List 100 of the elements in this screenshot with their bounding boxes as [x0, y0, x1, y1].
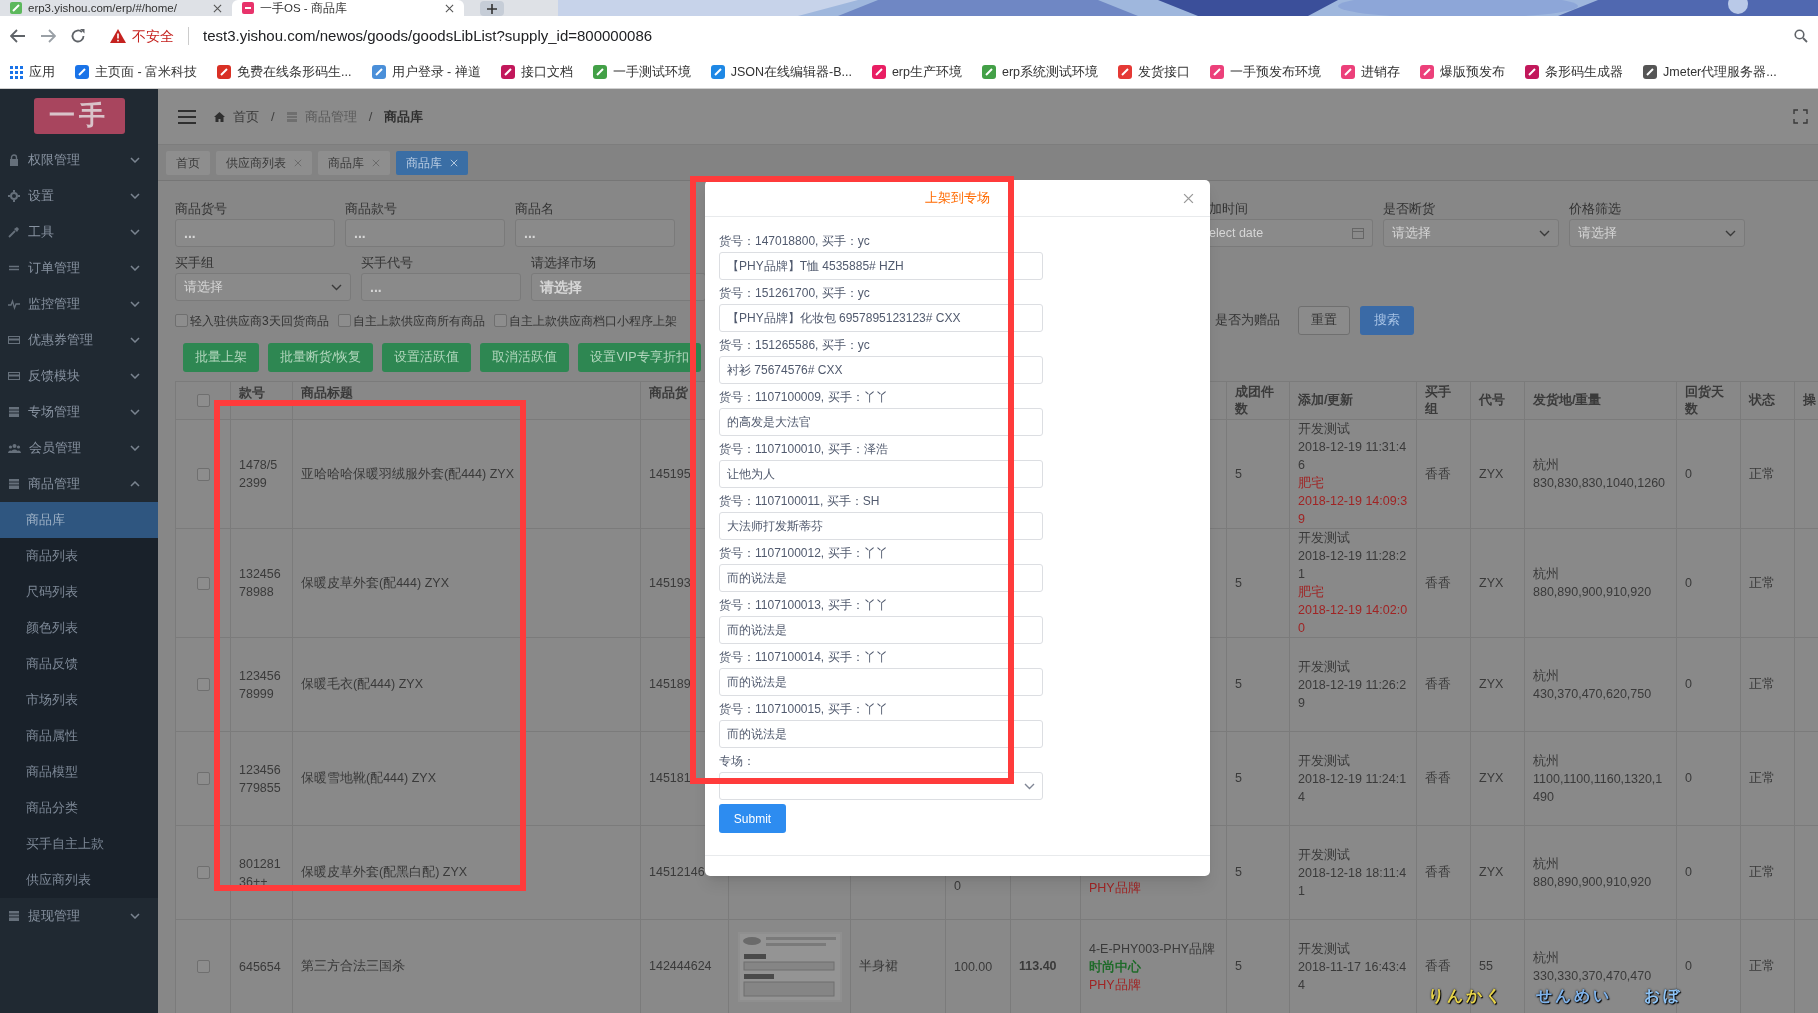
bookmark[interactable]: 一手预发布环境: [1210, 61, 1322, 83]
submenu-item[interactable]: 供应商列表: [0, 862, 158, 898]
submenu-item[interactable]: 商品反馈: [0, 646, 158, 682]
favicon-icon: [1341, 65, 1356, 79]
url-field[interactable]: test3.yishou.com/newos/goods/goodsLibList?supply_id=800000086: [203, 24, 1780, 48]
input-field[interactable]: 【PHY品牌】化妆包 6957895123123# CXX: [719, 304, 1043, 332]
checkbox[interactable]: [196, 960, 210, 973]
submenu-item[interactable]: 商品属性: [0, 718, 158, 754]
browser-tab[interactable]: 一手OS - 商品库: [232, 0, 464, 16]
forward-icon[interactable]: [40, 29, 56, 43]
menu-item[interactable]: 专场管理: [0, 394, 158, 430]
bookmark[interactable]: JSON在线编辑器-B...: [710, 61, 852, 83]
menu-item[interactable]: 设置: [0, 178, 158, 214]
updater-name: 肥宅: [1298, 584, 1324, 601]
checkbox[interactable]: [196, 678, 210, 691]
updater-name: 肥宅: [1298, 475, 1324, 492]
submenu-item[interactable]: 买手自主上款: [0, 826, 158, 862]
input-field[interactable]: 而的说法是: [719, 668, 1043, 696]
bookmark[interactable]: 接口文档: [500, 61, 573, 83]
reset-button[interactable]: 重置: [1298, 306, 1350, 335]
input-field[interactable]: 大法师打发斯蒂芬: [719, 512, 1043, 540]
menu-item[interactable]: 优惠券管理: [0, 322, 158, 358]
favicon-icon: [871, 65, 886, 79]
checkbox[interactable]: [196, 866, 210, 879]
submenu-item[interactable]: 商品分类: [0, 790, 158, 826]
new-tab-button[interactable]: [480, 1, 504, 16]
field-label: 货号：151265586, 买手：yc: [719, 337, 871, 353]
bookmark[interactable]: 发货接口: [1118, 61, 1191, 83]
checkbox[interactable]: [175, 314, 188, 327]
action-button[interactable]: 设置VIP专享折扣: [578, 343, 701, 372]
weight-list: 1100,1100,1160,1320,1490: [1533, 769, 1668, 806]
search-button[interactable]: 搜索: [1360, 306, 1414, 335]
back-icon[interactable]: [10, 29, 26, 43]
menu-icon[interactable]: [178, 109, 196, 124]
menu-item[interactable]: 权限管理: [0, 142, 158, 178]
table-icon: [8, 478, 20, 490]
bookmark[interactable]: 用户登录 - 禅道: [371, 61, 481, 83]
checkbox[interactable]: [196, 467, 210, 481]
field-label: 货号：151261700, 买手：yc: [719, 285, 871, 301]
menu-item[interactable]: 监控管理: [0, 286, 158, 322]
checkbox[interactable]: [196, 772, 210, 785]
close-icon[interactable]: [213, 3, 222, 13]
menu-item[interactable]: 订单管理: [0, 250, 158, 286]
input-field[interactable]: 的高发是大法官: [719, 408, 1043, 436]
page-tab[interactable]: 首页: [166, 150, 210, 175]
submit-button[interactable]: Submit: [719, 804, 786, 833]
action-button[interactable]: 设置活跃值: [382, 343, 472, 372]
select-field[interactable]: [719, 772, 1043, 800]
bookmark[interactable]: erp系统测试环境: [982, 61, 1099, 83]
page-tab[interactable]: 供应商列表: [216, 150, 312, 175]
action-button[interactable]: 批量上架: [183, 343, 259, 372]
bookmark[interactable]: 应用: [10, 61, 55, 83]
checkbox[interactable]: [493, 314, 507, 327]
input-field[interactable]: 而的说法是: [719, 564, 1043, 592]
bookmark[interactable]: erp生产环境: [871, 61, 962, 83]
search-icon[interactable]: [1794, 29, 1808, 43]
input-field[interactable]: 【PHY品牌】T恤 4535885# HZH: [719, 252, 1043, 280]
bookmark[interactable]: Jmeter代理服务器...: [1643, 61, 1777, 83]
menu-item[interactable]: 反馈模块: [0, 358, 158, 394]
fullscreen-icon[interactable]: [1793, 109, 1808, 124]
submenu-item[interactable]: 市场列表: [0, 682, 158, 718]
checkbox[interactable]: [196, 576, 210, 590]
product-tag: PHY品牌: [1089, 879, 1141, 897]
creator-name: 开发测试: [1298, 846, 1350, 864]
submenu-item[interactable]: 颜色列表: [0, 610, 158, 646]
menu-item[interactable]: 工具: [0, 214, 158, 250]
page-tab[interactable]: 商品库: [396, 150, 468, 175]
security-label[interactable]: 不安全: [132, 25, 174, 47]
bookmark[interactable]: 爆版预发布: [1420, 61, 1506, 83]
favicon-icon: [982, 65, 996, 79]
submenu-item[interactable]: 商品库: [0, 502, 158, 538]
submenu-item[interactable]: 商品列表: [0, 538, 158, 574]
action-button[interactable]: 取消活跃值: [480, 343, 570, 372]
submenu-item[interactable]: 尺码列表: [0, 574, 158, 610]
checkbox[interactable]: [337, 314, 351, 327]
field-label: 买手代号: [361, 255, 414, 271]
menu-item[interactable]: 提现管理: [0, 898, 158, 934]
input-field[interactable]: 衬衫 75674576# CXX: [719, 356, 1043, 384]
reload-icon[interactable]: [70, 28, 86, 44]
favicon-icon: [1118, 65, 1133, 79]
timestamp: 2018-12-19 14:09:39: [1298, 493, 1408, 528]
input-field[interactable]: 而的说法是: [719, 616, 1043, 644]
close-icon[interactable]: [1183, 193, 1194, 204]
bookmark[interactable]: 一手测试环境: [592, 61, 691, 83]
submenu-item[interactable]: 商品模型: [0, 754, 158, 790]
bookmark[interactable]: 条形码生成器: [1525, 61, 1624, 83]
bookmark[interactable]: 免费在线条形码生...: [217, 61, 352, 83]
input-field[interactable]: 而的说法是: [719, 720, 1043, 748]
bookmark[interactable]: 主页面 - 富米科技: [75, 61, 198, 83]
close-icon[interactable]: [445, 3, 454, 13]
timestamp: 2018-12-19 14:02:00: [1298, 602, 1408, 637]
input-field[interactable]: 让他为人: [719, 460, 1043, 488]
field-label: 是否断货: [1383, 201, 1436, 217]
menu-item[interactable]: 会员管理: [0, 430, 158, 466]
bookmark[interactable]: 进销存: [1341, 61, 1401, 83]
page-tab[interactable]: 商品库: [318, 150, 390, 175]
menu-item[interactable]: 商品管理: [0, 466, 158, 502]
checkbox[interactable]: [196, 394, 210, 407]
breadcrumb-link[interactable]: 首页: [233, 106, 259, 127]
action-button[interactable]: 批量断货/恢复: [268, 343, 374, 372]
